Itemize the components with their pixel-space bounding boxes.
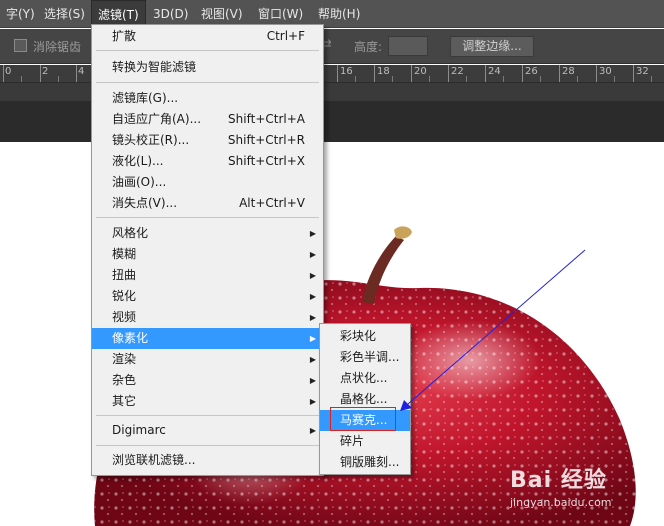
annotation-arrow [400,249,586,411]
watermark: Bai 经验 jingyan.baidu.com [510,462,612,509]
watermark-brand: Bai 经验 [510,468,607,493]
watermark-url: jingyan.baidu.com [510,496,612,509]
